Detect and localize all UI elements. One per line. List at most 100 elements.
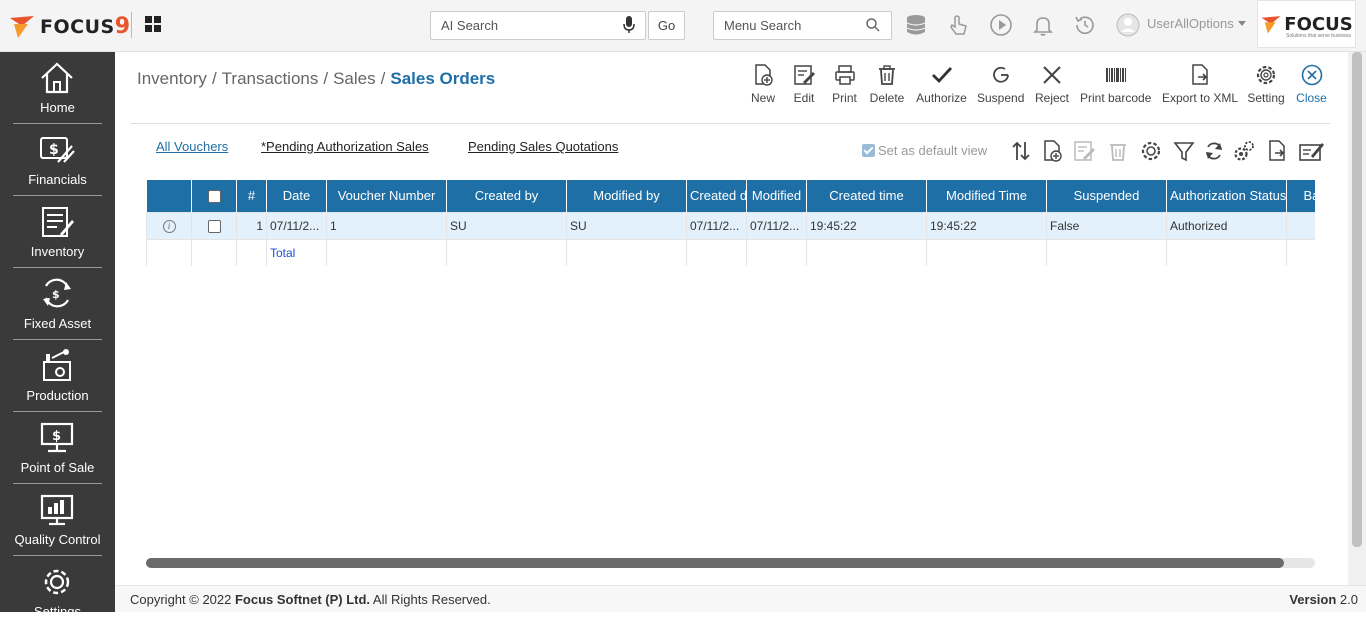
new-button[interactable]: New	[748, 64, 778, 108]
row-voucher-number[interactable]: 1	[326, 211, 447, 240]
breadcrumb-inventory[interactable]: Inventory	[137, 69, 207, 88]
delete-button[interactable]: Delete	[868, 64, 906, 108]
header-select-all[interactable]	[191, 180, 237, 212]
advanced-settings-icon[interactable]	[1233, 140, 1255, 162]
authorize-button[interactable]: Authorize	[915, 64, 968, 108]
export-xml-button[interactable]: Export to XML	[1162, 64, 1238, 108]
breadcrumb-transactions[interactable]: Transactions	[222, 69, 319, 88]
database-icon[interactable]	[904, 13, 928, 37]
edit-disabled-icon[interactable]	[1073, 140, 1095, 162]
row-checkbox[interactable]	[207, 219, 221, 233]
header-authorization-status[interactable]: Authorization Status	[1166, 180, 1287, 212]
logo-mark-icon	[10, 16, 34, 38]
apps-grid-icon[interactable]	[145, 16, 161, 32]
header-modified-by[interactable]: Modified by	[566, 180, 687, 212]
total-empty-cell	[191, 238, 237, 266]
corner-brand-name: FOCUS	[1284, 13, 1353, 35]
tab-pending-sales-quotations[interactable]: Pending Sales Quotations	[468, 139, 618, 154]
brand-name: FOCUS	[40, 15, 115, 38]
header-voucher-number[interactable]: Voucher Number	[326, 180, 447, 212]
filter-icon[interactable]	[1173, 140, 1195, 162]
header-number[interactable]: #	[236, 180, 267, 212]
horizontal-scrollbar[interactable]	[146, 558, 1315, 568]
sidebar-item-inventory[interactable]: Inventory	[0, 196, 115, 268]
focus9-logo[interactable]: FOCUS9	[8, 10, 131, 42]
new-label: New	[750, 91, 775, 105]
sidebar-item-quality-control[interactable]: Quality Control	[0, 484, 115, 556]
sidebar-item-financials[interactable]: $ Financials	[0, 124, 115, 196]
quality-control-icon	[40, 494, 74, 526]
microphone-icon[interactable]	[622, 16, 636, 34]
go-button[interactable]: Go	[648, 11, 685, 40]
header-date[interactable]: Date	[266, 180, 327, 212]
printer-icon	[834, 65, 855, 85]
sidebar-item-label: Fixed Asset	[23, 316, 92, 331]
ai-search-input[interactable]: AI Search	[430, 11, 646, 40]
search-icon[interactable]	[866, 18, 880, 32]
close-button[interactable]: Close	[1295, 64, 1328, 108]
header-modified-date[interactable]: Modified	[746, 180, 807, 212]
user-avatar-icon[interactable]	[1116, 13, 1140, 37]
play-icon[interactable]	[989, 13, 1013, 37]
history-icon[interactable]	[1073, 13, 1097, 37]
header-created-date[interactable]: Created d	[686, 180, 747, 212]
breadcrumb-sales[interactable]: Sales	[333, 69, 376, 88]
export-icon	[1191, 64, 1208, 85]
reject-button[interactable]: Reject	[1035, 64, 1069, 108]
setting-button[interactable]: Setting	[1246, 64, 1286, 108]
sidebar-item-settings[interactable]: Settings	[0, 556, 115, 628]
edit-button[interactable]: Edit	[789, 64, 819, 108]
header-created-time[interactable]: Created time	[806, 180, 927, 212]
export-document-icon[interactable]	[1266, 140, 1288, 162]
edit-icon	[794, 65, 815, 85]
delete-disabled-icon[interactable]	[1107, 140, 1129, 162]
row-authorization-status: Authorized	[1166, 211, 1287, 240]
print-button[interactable]: Print	[828, 64, 861, 108]
version-label: Version	[1289, 592, 1337, 607]
horizontal-scroll-thumb[interactable]	[146, 558, 1284, 568]
sidebar-item-label: Financials	[28, 172, 87, 187]
total-row: Total	[146, 238, 1315, 266]
header-balance[interactable]: Bala	[1286, 180, 1315, 212]
customize-view-icon[interactable]	[1299, 140, 1325, 162]
select-all-checkbox[interactable]	[207, 190, 221, 204]
sidebar-item-home[interactable]: Home	[0, 52, 115, 124]
header-created-by[interactable]: Created by	[446, 180, 567, 212]
top-bar: FOCUS9 AI Search Go Menu Search UserAllO…	[0, 0, 1366, 52]
main-content: Inventory / Transactions / Sales / Sales Order…	[115, 52, 1348, 585]
refresh-icon[interactable]	[1203, 140, 1225, 162]
add-document-icon[interactable]	[1041, 140, 1063, 162]
bell-icon[interactable]	[1031, 13, 1055, 37]
info-icon[interactable]: i	[162, 220, 176, 233]
vertical-scroll-thumb[interactable]	[1352, 52, 1362, 547]
total-empty-cell	[236, 238, 267, 266]
point-of-sale-icon: $	[40, 422, 74, 453]
table-row[interactable]: i 1 07/11/2... 1 SU SU 07/11/2... 07/11/…	[146, 211, 1315, 240]
financials-icon: $	[40, 137, 75, 163]
chevron-down-icon[interactable]	[1238, 21, 1246, 26]
tap-gesture-icon[interactable]	[946, 13, 970, 37]
header-suspended[interactable]: Suspended	[1046, 180, 1167, 212]
sort-icon[interactable]	[1010, 140, 1032, 162]
sidebar-item-fixed-asset[interactable]: $ Fixed Asset	[0, 268, 115, 340]
tab-pending-authorization-sales[interactable]: *Pending Authorization Sales	[261, 139, 429, 154]
row-info-cell[interactable]: i	[146, 211, 192, 240]
row-created-date: 07/11/2...	[686, 211, 747, 240]
row-select-cell[interactable]	[191, 211, 237, 240]
sidebar-item-production[interactable]: Production	[0, 340, 115, 412]
tab-all-vouchers[interactable]: All Vouchers	[156, 139, 228, 154]
print-barcode-label: Print barcode	[1080, 91, 1152, 105]
production-icon	[43, 349, 71, 381]
vertical-scrollbar[interactable]	[1348, 52, 1366, 585]
sidebar-item-point-of-sale[interactable]: $ Point of Sale	[0, 412, 115, 484]
print-barcode-button[interactable]: Print barcode	[1080, 64, 1151, 108]
brand-number: 9	[114, 13, 131, 39]
total-empty-cell	[806, 238, 927, 266]
svg-text:$: $	[52, 429, 61, 444]
settings-gear-icon[interactable]	[1140, 140, 1162, 162]
header-modified-time[interactable]: Modified Time	[926, 180, 1047, 212]
user-name[interactable]: UserAllOptions	[1147, 16, 1234, 31]
set-default-view-label: Set as default view	[878, 143, 988, 158]
set-default-view-checkbox[interactable]: Set as default view	[862, 143, 987, 158]
suspend-button[interactable]: Suspend	[977, 64, 1024, 108]
